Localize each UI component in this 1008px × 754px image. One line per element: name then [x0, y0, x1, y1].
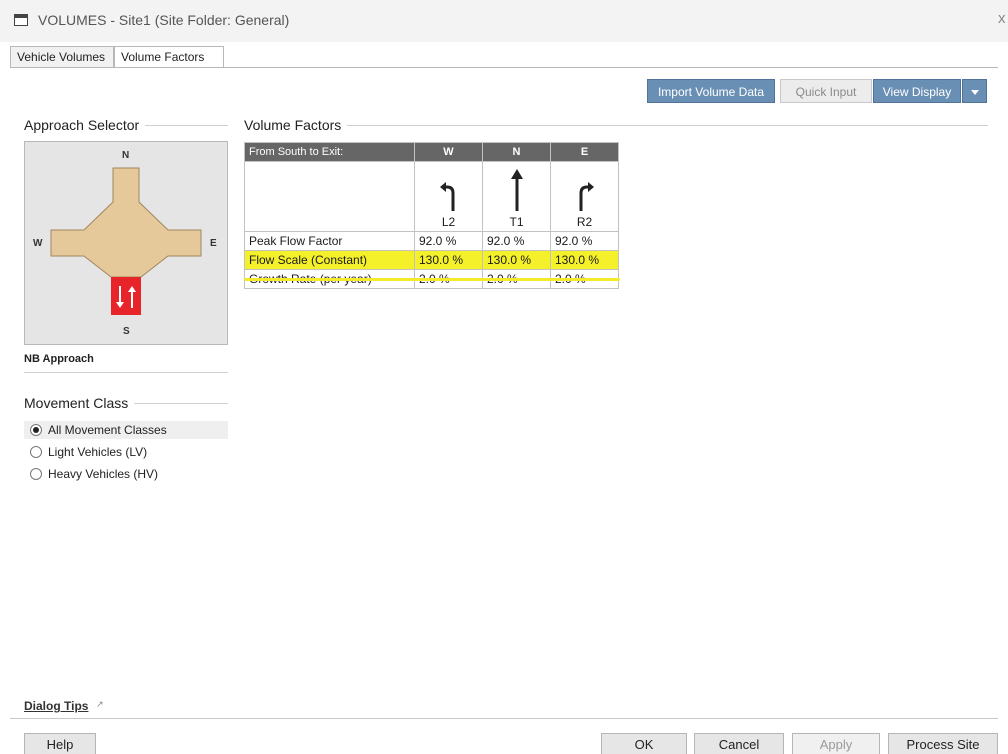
dialog-tips-link[interactable]: Dialog Tips	[24, 699, 88, 713]
movement-code-t1: T1	[509, 215, 524, 229]
table-row-flow-scale: Flow Scale (Constant) 130.0 % 130.0 % 13…	[244, 250, 619, 270]
movement-cell-right: R2	[550, 161, 619, 232]
movement-class-heading: Movement Class	[24, 395, 135, 411]
radio-label: All Movement Classes	[48, 423, 167, 437]
intersection-shape	[50, 167, 202, 278]
selected-approach-label: NB Approach	[24, 353, 94, 365]
radio-all-movement-classes[interactable]: All Movement Classes	[24, 421, 228, 439]
radio-label: Light Vehicles (LV)	[48, 445, 148, 459]
movement-code-r2: R2	[576, 215, 593, 229]
window-icon	[14, 14, 28, 26]
value-cell[interactable]: 92.0 %	[550, 231, 619, 251]
approach-selector-heading: Approach Selector	[24, 117, 146, 133]
window-title: VOLUMES - Site1 (Site Folder: General)	[38, 12, 290, 28]
compass-west: W	[33, 238, 43, 249]
value-cell[interactable]: 130.0 %	[482, 250, 551, 270]
radio-button[interactable]	[30, 468, 42, 480]
right-turn-arrow-icon	[579, 182, 594, 211]
process-site-button[interactable]: Process Site	[888, 733, 998, 754]
value-cell[interactable]: 92.0 %	[482, 231, 551, 251]
help-button[interactable]: Help	[24, 733, 96, 754]
through-arrow-icon	[510, 169, 523, 211]
import-volume-data-button[interactable]: Import Volume Data	[647, 79, 775, 103]
movement-cell-left: L2	[414, 161, 483, 232]
radio-selected-dot	[33, 427, 39, 433]
nb-approach-button[interactable]	[111, 277, 141, 315]
tab-volume-factors[interactable]: Volume Factors	[114, 46, 224, 68]
radio-button[interactable]	[30, 424, 42, 436]
section-rule	[24, 372, 228, 373]
value-cell[interactable]: 92.0 %	[414, 231, 483, 251]
tab-vehicle-volumes[interactable]: Vehicle Volumes	[10, 46, 114, 68]
row-label: Peak Flow Factor	[244, 231, 415, 251]
section-rule	[244, 125, 988, 126]
empty-cell	[244, 161, 415, 232]
title-bar: VOLUMES - Site1 (Site Folder: General) x	[0, 0, 1008, 42]
ok-button[interactable]: OK	[601, 733, 687, 754]
movement-icons-row: L2 T1 R2	[244, 161, 619, 232]
approach-selector-diagram: N S E W	[24, 141, 228, 345]
radio-light-vehicles[interactable]: Light Vehicles (LV)	[24, 443, 228, 461]
table-header-row: From South to Exit: W N E	[244, 142, 619, 162]
intersection-diagram	[50, 167, 202, 315]
view-display-dropdown-button[interactable]	[962, 79, 987, 103]
movement-code-l2: L2	[441, 215, 456, 229]
value-cell[interactable]: 130.0 %	[550, 250, 619, 270]
volume-factors-table: From South to Exit: W N E L2 T1 R2 Peak …	[244, 142, 619, 289]
compass-south: S	[123, 326, 130, 337]
row-label: Flow Scale (Constant)	[244, 250, 415, 270]
chevron-down-icon	[970, 90, 979, 96]
header-exit-west: W	[414, 142, 483, 162]
footer-divider	[10, 718, 998, 719]
highlight-underline	[244, 278, 620, 281]
header-from-label: From South to Exit:	[244, 142, 415, 162]
radio-heavy-vehicles[interactable]: Heavy Vehicles (HV)	[24, 465, 228, 483]
left-turn-arrow-icon	[439, 182, 454, 211]
header-exit-north: N	[482, 142, 551, 162]
volume-factors-heading: Volume Factors	[244, 117, 348, 133]
compass-east: E	[210, 238, 217, 249]
tab-divider	[10, 67, 998, 68]
movement-cell-through: T1	[482, 161, 551, 232]
header-exit-east: E	[550, 142, 619, 162]
apply-button[interactable]: Apply	[792, 733, 880, 754]
radio-label: Heavy Vehicles (HV)	[48, 467, 159, 481]
quick-input-button[interactable]: Quick Input	[780, 79, 872, 103]
compass-north: N	[122, 150, 130, 161]
external-link-icon: ↗	[96, 699, 104, 709]
cancel-button[interactable]: Cancel	[694, 733, 784, 754]
table-row-peak-flow-factor: Peak Flow Factor 92.0 % 92.0 % 92.0 %	[244, 231, 619, 251]
close-icon[interactable]: x	[998, 10, 1006, 27]
view-display-button[interactable]: View Display	[873, 79, 961, 103]
radio-button[interactable]	[30, 446, 42, 458]
value-cell[interactable]: 130.0 %	[414, 250, 483, 270]
